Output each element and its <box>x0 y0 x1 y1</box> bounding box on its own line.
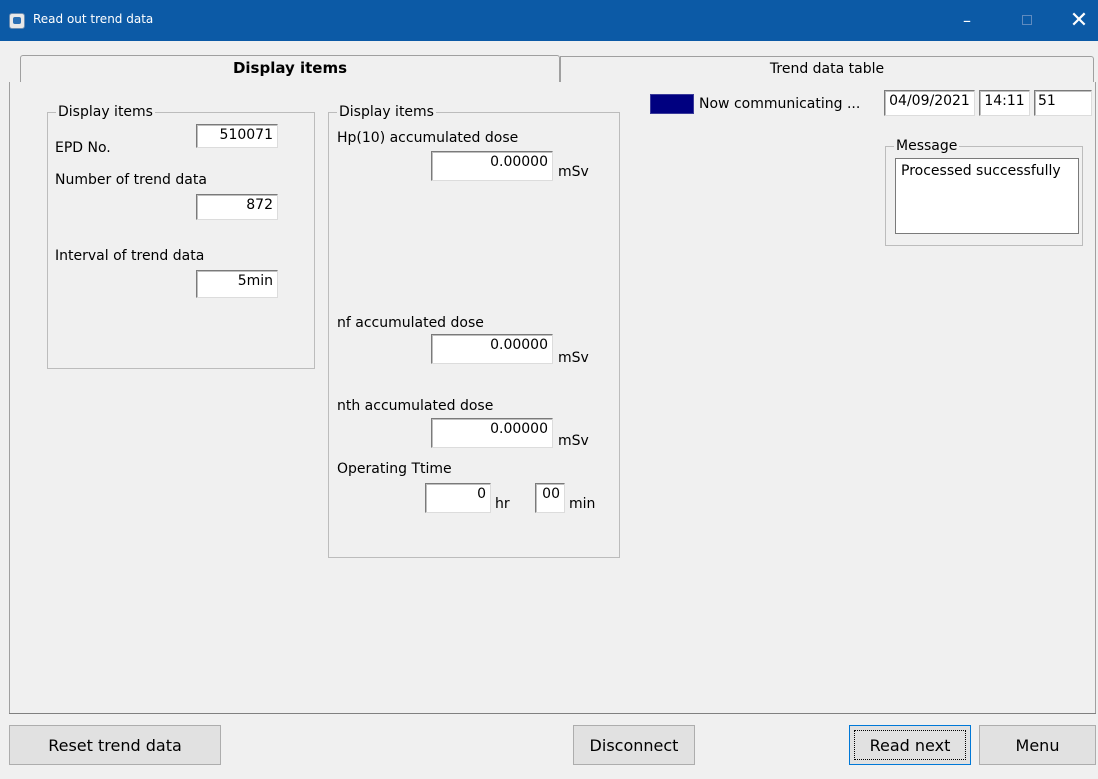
title-bar: Read out trend data – ✕ <box>0 0 1098 41</box>
maximize-button[interactable] <box>1004 0 1050 41</box>
date-field: 04/09/2021 <box>884 90 975 116</box>
message-box: Processed successfully <box>895 158 1079 234</box>
comm-status-text: Now communicating ... <box>699 96 861 112</box>
operating-time-label: Operating Ttime <box>337 461 452 477</box>
tab-trend-data-table[interactable]: Trend data table <box>560 56 1094 82</box>
epd-label: EPD No. <box>55 140 111 156</box>
nth-unit: mSv <box>558 433 589 449</box>
hp10-unit: mSv <box>558 164 589 180</box>
read-next-button[interactable]: Read next <box>849 725 971 765</box>
minutes-field[interactable]: 00 <box>535 483 565 513</box>
communication-indicator <box>650 94 694 114</box>
menu-button[interactable]: Menu <box>979 725 1096 765</box>
trend-count-label: Number of trend data <box>55 172 207 188</box>
seconds-field: 51 <box>1034 90 1092 116</box>
nth-dose-field[interactable]: 0.00000 <box>431 418 553 448</box>
panel-divider <box>9 713 1096 715</box>
nf-label: nf accumulated dose <box>337 315 484 331</box>
message-group-title: Message <box>894 138 960 154</box>
hp10-dose-field[interactable]: 0.00000 <box>431 151 553 181</box>
middle-group-title: Display items <box>337 104 436 120</box>
trend-interval-label: Interval of trend data <box>55 248 205 264</box>
nth-label: nth accumulated dose <box>337 398 494 414</box>
time-field: 14:11 <box>979 90 1030 116</box>
hours-field[interactable]: 0 <box>425 483 491 513</box>
minimize-button[interactable]: – <box>944 0 990 41</box>
close-button[interactable]: ✕ <box>1056 0 1098 41</box>
read-next-label: Read next <box>854 730 966 760</box>
trend-interval-field[interactable]: 5min <box>196 270 278 298</box>
nf-dose-field[interactable]: 0.00000 <box>431 334 553 364</box>
app-icon <box>9 13 25 29</box>
hp10-label: Hp(10) accumulated dose <box>337 130 519 146</box>
trend-count-field[interactable]: 872 <box>196 194 278 220</box>
hours-unit: hr <box>495 496 510 512</box>
nf-unit: mSv <box>558 350 589 366</box>
tab-display-items[interactable]: Display items <box>20 55 560 83</box>
window-title: Read out trend data <box>33 12 154 26</box>
maximize-icon <box>1022 15 1032 25</box>
minutes-unit: min <box>569 496 596 512</box>
left-group-title: Display items <box>56 104 155 120</box>
reset-trend-data-button[interactable]: Reset trend data <box>9 725 221 765</box>
disconnect-button[interactable]: Disconnect <box>573 725 695 765</box>
epd-number-field[interactable]: 510071 <box>196 124 278 148</box>
